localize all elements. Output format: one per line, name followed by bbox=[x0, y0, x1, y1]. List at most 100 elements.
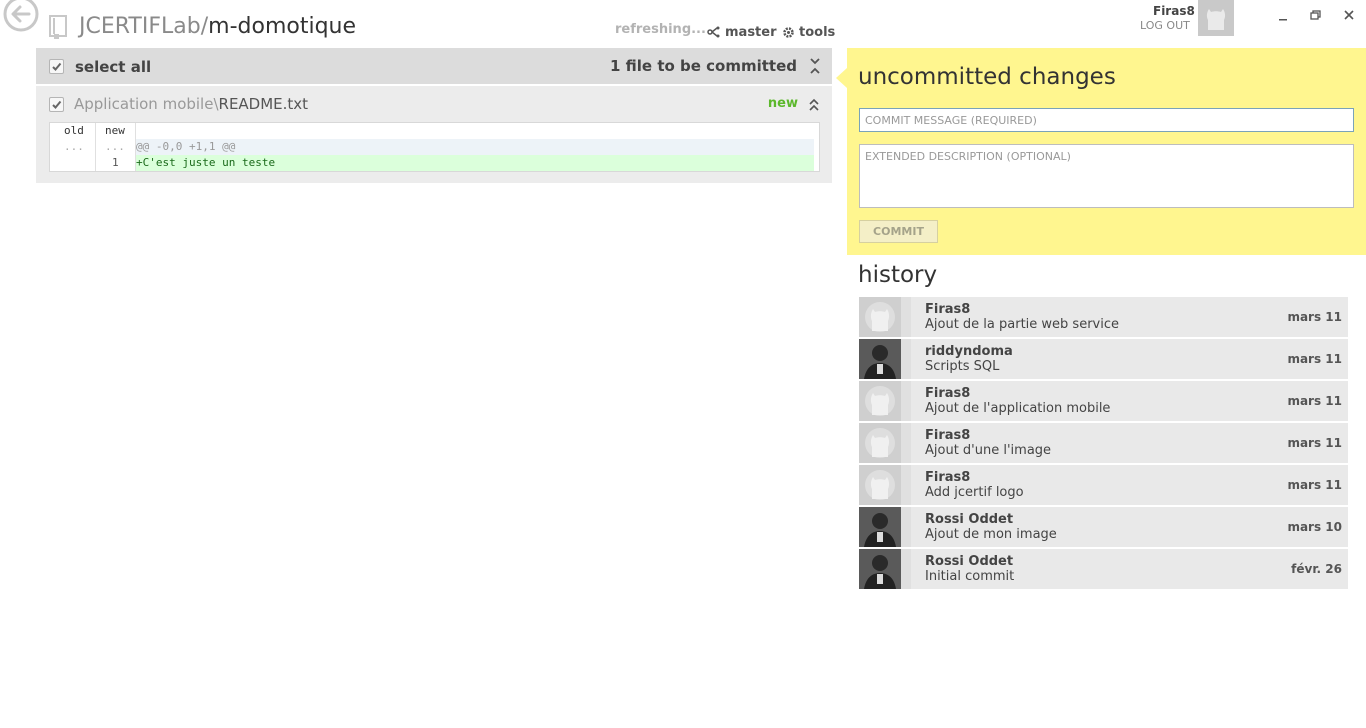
diff-new-line-number: 1 bbox=[112, 156, 119, 169]
branch-label: master bbox=[725, 24, 777, 40]
history-divider bbox=[901, 423, 911, 463]
diff-old-line-number: ... bbox=[64, 140, 84, 153]
select-all-label[interactable]: select all bbox=[75, 58, 151, 76]
restore-icon bbox=[1310, 10, 1321, 20]
history-message: Ajout de l'application mobile bbox=[925, 401, 1111, 416]
history-divider bbox=[901, 297, 911, 337]
close-button[interactable] bbox=[1340, 8, 1358, 22]
diff-new-line-number: ... bbox=[105, 140, 125, 153]
avatar bbox=[859, 339, 901, 379]
branch-selector[interactable]: master bbox=[707, 22, 777, 42]
select-all-checkbox[interactable] bbox=[49, 59, 64, 74]
repo-title: JCERTIFLab/m-domotique bbox=[79, 13, 356, 41]
history-item[interactable]: riddyndoma Scripts SQL mars 11 bbox=[859, 339, 1348, 379]
history-message: Initial commit bbox=[925, 569, 1015, 584]
tools-label: tools bbox=[799, 24, 836, 40]
file-status-badge: new bbox=[767, 96, 798, 111]
history-author: riddyndoma bbox=[925, 344, 1013, 359]
history-message: Scripts SQL bbox=[925, 359, 1000, 374]
history-item[interactable]: Rossi Oddet Initial commit févr. 26 bbox=[859, 549, 1348, 589]
chevron-up-icon bbox=[809, 98, 819, 111]
checkmark-icon bbox=[52, 62, 62, 71]
file-folder: Application mobile\ bbox=[74, 95, 219, 113]
repo-icon bbox=[48, 14, 68, 40]
history-message: Ajout d'une l'image bbox=[925, 443, 1052, 458]
checkmark-icon bbox=[52, 100, 62, 109]
history-item[interactable]: Firas8 Ajout de l'application mobile mars … bbox=[859, 381, 1348, 421]
file-name: README.txt bbox=[218, 95, 309, 113]
commit-count: 1 file to be committed bbox=[610, 57, 797, 75]
hunk-background bbox=[136, 139, 814, 155]
collapse-icon bbox=[810, 58, 820, 74]
back-arrow-icon bbox=[3, 0, 39, 32]
octocat-icon bbox=[1198, 0, 1234, 36]
history-item[interactable]: Firas8 Ajout de la partie web service mars… bbox=[859, 297, 1348, 337]
diff-view: old new ... ... @@ -0,0 +1,1 @@ 1 +C'est… bbox=[49, 122, 820, 172]
history-date: mars 11 bbox=[1287, 436, 1342, 450]
history-title: history bbox=[858, 262, 938, 288]
commit-panel: uncommitted changes COMMIT bbox=[847, 48, 1366, 255]
history-author: Firas8 bbox=[925, 428, 971, 443]
user-avatar[interactable] bbox=[1198, 0, 1234, 36]
minimize-icon bbox=[1279, 19, 1287, 21]
collapse-all-button[interactable] bbox=[808, 57, 822, 75]
history-author: Rossi Oddet bbox=[925, 512, 1014, 527]
commit-description-input[interactable] bbox=[859, 144, 1354, 208]
sync-status: refreshing... bbox=[615, 22, 706, 37]
commit-panel-title: uncommitted changes bbox=[858, 64, 1116, 90]
history-author: Firas8 bbox=[925, 302, 971, 317]
history-message: Ajout de mon image bbox=[925, 527, 1057, 542]
history-message: Add jcertif logo bbox=[925, 485, 1024, 500]
file-path[interactable]: Application mobile\README.txt bbox=[74, 95, 308, 113]
history-divider bbox=[901, 465, 911, 505]
history-list: Firas8 Ajout de la partie web service mars… bbox=[859, 297, 1348, 591]
history-date: mars 10 bbox=[1287, 520, 1342, 534]
gear-icon bbox=[783, 26, 794, 38]
history-author: Firas8 bbox=[925, 386, 971, 401]
history-date: févr. 26 bbox=[1291, 562, 1342, 576]
history-date: mars 11 bbox=[1287, 352, 1342, 366]
history-divider bbox=[901, 339, 911, 379]
octocat-icon bbox=[859, 423, 901, 463]
restore-button[interactable] bbox=[1307, 8, 1325, 22]
diff-hunk-row: ... ... @@ -0,0 +1,1 @@ bbox=[50, 139, 819, 155]
history-message: Ajout de la partie web service bbox=[925, 317, 1120, 332]
repo-name: m-domotique bbox=[208, 14, 357, 39]
panel-pointer bbox=[836, 68, 847, 88]
history-item[interactable]: Rossi Oddet Ajout de mon image mars 10 bbox=[859, 507, 1348, 547]
commit-button[interactable]: COMMIT bbox=[859, 220, 938, 243]
diff-added-row: 1 +C'est juste un teste bbox=[50, 155, 819, 171]
logout-link[interactable]: LOG OUT bbox=[1140, 19, 1190, 32]
diff-new-header: new bbox=[105, 124, 125, 137]
minimize-button[interactable] bbox=[1274, 8, 1292, 22]
branch-icon bbox=[707, 26, 720, 38]
octocat-icon bbox=[859, 381, 901, 421]
commit-message-input[interactable] bbox=[859, 108, 1354, 132]
history-date: mars 11 bbox=[1287, 394, 1342, 408]
file-checkbox[interactable] bbox=[49, 97, 64, 112]
history-date: mars 11 bbox=[1287, 310, 1342, 324]
avatar bbox=[859, 549, 901, 589]
changes-header: select all 1 file to be committed bbox=[36, 48, 832, 84]
diff-hunk-text: @@ -0,0 +1,1 @@ bbox=[136, 140, 236, 153]
changed-file: Application mobile\README.txt new old ne… bbox=[36, 86, 832, 183]
octocat-icon bbox=[859, 297, 901, 337]
history-divider bbox=[901, 507, 911, 547]
history-divider bbox=[901, 549, 911, 589]
history-item[interactable]: Firas8 Ajout d'une l'image mars 11 bbox=[859, 423, 1348, 463]
history-date: mars 11 bbox=[1287, 478, 1342, 492]
history-divider bbox=[901, 381, 911, 421]
diff-old-header: old bbox=[64, 124, 84, 137]
history-item[interactable]: Firas8 Add jcertif logo mars 11 bbox=[859, 465, 1348, 505]
diff-added-text: +C'est juste un teste bbox=[136, 156, 276, 169]
file-collapse-button[interactable] bbox=[808, 97, 820, 111]
history-author: Rossi Oddet bbox=[925, 554, 1014, 569]
repo-owner[interactable]: JCERTIFLab bbox=[79, 14, 201, 39]
user-name: Firas8 bbox=[1153, 4, 1195, 18]
back-button[interactable] bbox=[2, 0, 40, 33]
avatar bbox=[859, 507, 901, 547]
history-author: Firas8 bbox=[925, 470, 971, 485]
octocat-icon bbox=[859, 465, 901, 505]
close-icon bbox=[1344, 10, 1354, 20]
tools-menu[interactable]: tools bbox=[782, 22, 835, 42]
